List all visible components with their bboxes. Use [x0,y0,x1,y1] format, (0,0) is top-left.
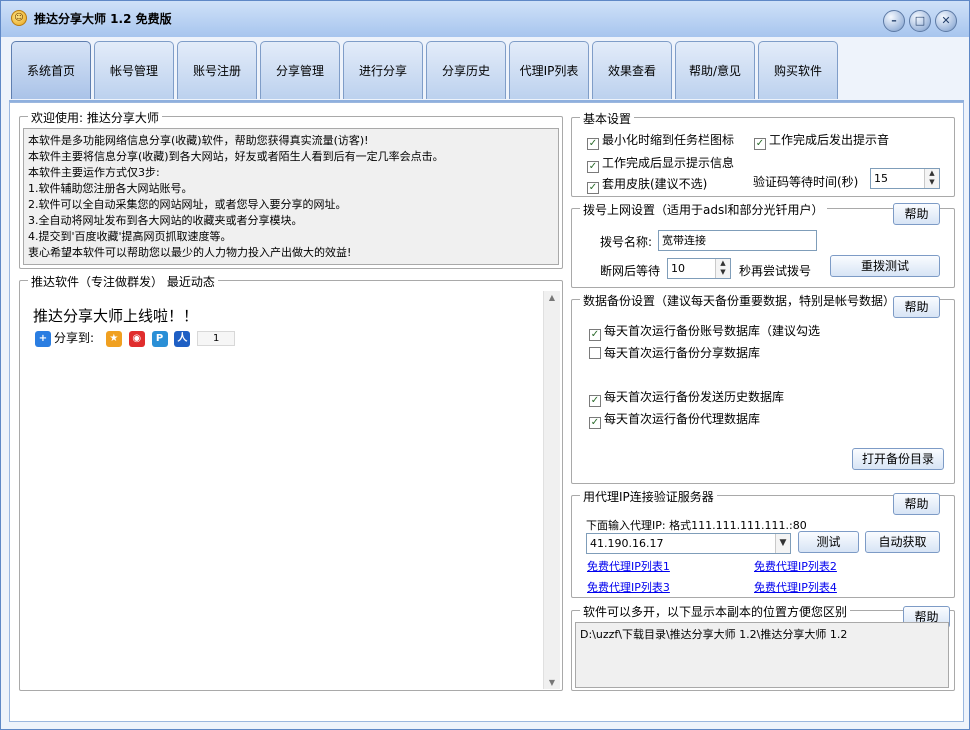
dial-help-button[interactable]: 帮助 [893,203,940,225]
plus-icon[interactable]: + [35,330,51,347]
home-panel: 欢迎使用: 推达分享大师 本软件是多功能网络信息分享(收藏)软件，帮助您获得真实… [9,102,964,722]
backup-proxy-checkbox[interactable]: ✓ 每天首次运行备份代理数据库 [589,410,760,429]
proxy-title: 用代理IP连接验证服务器 [580,488,717,505]
minimize-button[interactable]: – [883,10,905,32]
path-text-box[interactable]: D:\uzzf\下载目录\推达分享大师 1.2\推达分享大师 1.2 [575,622,949,688]
welcome-line: 3.全自动将网址发布到各大网站的收藏夹或者分享模块。 [28,214,303,227]
main-window: ☺ 推达分享大师 1.2 免费版 – □ ✕ 系统首页 帐号管理 账号注册 分享… [0,0,970,730]
news-title: 推达软件（专注做群发） 最近动态 [28,273,218,290]
scroll-down-icon[interactable]: ▼ [544,678,560,687]
app-logo-icon: ☺ [11,10,27,26]
path-group: 软件可以多开，以下显示本副本的位置方便您区别 帮助 D:\uzzf\下载目录\推… [571,603,955,691]
proxy-ip-combobox[interactable]: 41.190.16.17 ▼ [586,533,791,554]
window-title: 推达分享大师 1.2 免费版 [34,12,172,26]
captcha-wait-label: 验证码等待时间(秒) [753,175,859,189]
tab-home[interactable]: 系统首页 [11,41,91,99]
tab-share-history[interactable]: 分享历史 [426,41,506,99]
news-scrollbar[interactable]: ▲ ▼ [543,291,560,689]
news-headline: 推达分享大师上线啦！！ [33,307,199,325]
use-skin-checkbox[interactable]: ✓ 套用皮肤(建议不选) [587,175,707,194]
basic-settings-group: 基本设置 ✓ 最小化时缩到任务栏图标 ✓ 工作完成后发出提示音 ✓ 工作完成后显示提示… [571,110,955,197]
check-icon: ✓ [589,329,601,341]
welcome-line: 本软件主要运作方式仅3步: [28,166,160,179]
dial-settings-group: 拨号上网设置（适用于adsl和部分光钎用户） 帮助 拨号名称: 宽带连接 断网后… [571,201,955,288]
dial-title: 拨号上网设置（适用于adsl和部分光钎用户） [580,201,827,218]
news-browser[interactable]: 推达分享大师上线啦！！ + 分享到: ★ ◉ P 人 1 ▲ ▼ [21,291,560,689]
dial-wait-spinner[interactable]: 10 ▲ ▼ [667,258,731,279]
share-count: 1 [197,331,236,346]
welcome-line: 本软件主要将信息分享(收藏)到各大网站，好友或者陌生人看到后有一定几率会点击。 [28,150,444,163]
share-label: 分享到: [54,331,95,345]
scroll-up-icon[interactable]: ▲ [544,293,560,302]
proxy-auto-fetch-button[interactable]: 自动获取 [865,531,940,553]
captcha-wait-spinner[interactable]: 15 ▲ ▼ [870,168,940,189]
backup-help-button[interactable]: 帮助 [893,296,940,318]
welcome-text-box: 本软件是多功能网络信息分享(收藏)软件，帮助您获得真实流量(访客)! 本软件主要… [23,128,559,265]
free-proxy-list-link-2[interactable]: 免费代理IP列表2 [754,558,837,574]
minimize-to-tray-checkbox[interactable]: ✓ 最小化时缩到任务栏图标 [587,131,734,150]
backup-history-checkbox[interactable]: ✓ 每天首次运行备份发送历史数据库 [589,388,784,407]
welcome-group: 欢迎使用: 推达分享大师 本软件是多功能网络信息分享(收藏)软件，帮助您获得真实… [19,109,563,269]
welcome-line: 2.软件可以全自动采集您的网站网址，或者您导入要分享的网址。 [28,198,347,211]
proxy-test-button[interactable]: 测试 [798,531,859,553]
redial-test-button[interactable]: 重拨测试 [830,255,940,277]
tab-account-manage[interactable]: 帐号管理 [94,41,174,99]
basic-title: 基本设置 [580,110,635,127]
done-sound-checkbox[interactable]: ✓ 工作完成后发出提示音 [754,131,889,150]
free-proxy-list-link-1[interactable]: 免费代理IP列表1 [587,558,670,574]
tab-bar: 系统首页 帐号管理 账号注册 分享管理 进行分享 分享历史 代理IP列表 效果查… [9,39,961,101]
welcome-title: 欢迎使用: 推达分享大师 [28,109,162,126]
check-icon: ✓ [589,395,601,407]
tab-proxy-list[interactable]: 代理IP列表 [509,41,589,99]
renren-icon[interactable]: 人 [174,330,191,347]
dial-name-label: 拨号名称: [600,235,653,249]
check-icon: ✓ [589,417,601,429]
tab-buy-software[interactable]: 购买软件 [758,41,838,99]
backup-title: 数据备份设置（建议每天备份重要数据，特别是帐号数据） [580,292,899,309]
title-bar[interactable]: ☺ 推达分享大师 1.2 免费版 – □ ✕ [1,1,969,37]
welcome-line: 4.提交到'百度收藏'提高网页抓取速度等。 [28,230,232,243]
news-group: 推达软件（专注做群发） 最近动态 推达分享大师上线啦！！ + 分享到: ★ ◉ P… [19,273,563,691]
dial-name-input[interactable]: 宽带连接 [658,230,817,251]
free-proxy-list-link-3[interactable]: 免费代理IP列表3 [587,579,670,595]
proxy-verify-group: 用代理IP连接验证服务器 帮助 下面输入代理IP: 格式111.111.111.… [571,488,955,598]
welcome-line: 本软件是多功能网络信息分享(收藏)软件，帮助您获得真实流量(访客)! [28,134,369,147]
chevron-down-icon[interactable]: ▼ [775,534,790,553]
welcome-line: 1.软件辅助您注册各大网站账号。 [28,182,193,195]
tab-effect-view[interactable]: 效果查看 [592,41,672,99]
path-title: 软件可以多开，以下显示本副本的位置方便您区别 [580,603,851,620]
tab-do-share[interactable]: 进行分享 [343,41,423,99]
weibo-icon[interactable]: ◉ [128,330,145,347]
dial-retry-label: 秒再尝试拨号 [739,264,812,278]
open-backup-folder-button[interactable]: 打开备份目录 [852,448,944,470]
tab-account-register[interactable]: 账号注册 [177,41,257,99]
check-icon: ✓ [587,161,599,173]
spinner-arrows-icon[interactable]: ▲ ▼ [715,259,730,278]
check-icon: ✓ [587,182,599,194]
tab-help-feedback[interactable]: 帮助/意见 [675,41,755,99]
backup-accounts-checkbox[interactable]: ✓ 每天首次运行备份账号数据库（建议勾选 [589,322,820,341]
proxy-format-label: 下面输入代理IP: 格式111.111.111.111.:80 [586,519,807,532]
dial-wait-label: 断网后等待 [600,264,661,278]
tab-share-manage[interactable]: 分享管理 [260,41,340,99]
path-value: D:\uzzf\下载目录\推达分享大师 1.2\推达分享大师 1.2 [580,628,848,641]
backup-shares-checkbox[interactable]: 每天首次运行备份分享数据库 [589,344,760,361]
star-icon[interactable]: ★ [105,330,122,347]
backup-settings-group: 数据备份设置（建议每天备份重要数据，特别是帐号数据） 帮助 ✓ 每天首次运行备份账… [571,292,955,484]
proxy-help-button[interactable]: 帮助 [893,493,940,515]
qq-icon[interactable]: P [151,330,168,347]
check-icon: ✓ [587,138,599,150]
maximize-button[interactable]: □ [909,10,931,32]
close-button[interactable]: ✕ [935,10,957,32]
done-message-checkbox[interactable]: ✓ 工作完成后显示提示信息 [587,154,734,173]
share-bar: + 分享到: ★ ◉ P 人 1 [35,329,236,347]
check-icon: ✓ [754,138,766,150]
spinner-arrows-icon[interactable]: ▲ ▼ [924,169,939,188]
free-proxy-list-link-4[interactable]: 免费代理IP列表4 [754,579,837,595]
welcome-line: 衷心希望本软件可以帮助您以最少的人力物力投入产出做大的效益! [28,246,352,259]
